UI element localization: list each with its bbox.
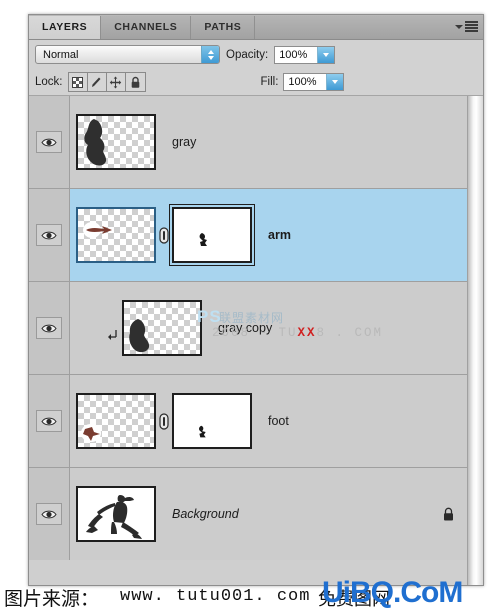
thumbnail-group (70, 96, 156, 188)
eye-icon[interactable] (36, 410, 62, 432)
source-url: www. tutu001. com (120, 587, 311, 606)
eye-icon[interactable] (36, 503, 62, 525)
layer-name[interactable]: Background (156, 507, 429, 521)
thumbnail-group (70, 468, 156, 560)
table-row[interactable]: gray copy (29, 282, 467, 375)
lock-image-pixels-icon[interactable] (88, 73, 107, 91)
lock-label: Lock: (35, 76, 63, 88)
eye-icon[interactable] (36, 317, 62, 339)
eye-icon[interactable] (36, 224, 62, 246)
lock-options-row: Lock: Fill: 100% (29, 69, 483, 96)
table-row[interactable]: arm (29, 189, 467, 282)
table-row[interactable]: foot (29, 375, 467, 468)
thumbnail-group (70, 282, 202, 374)
table-row[interactable]: gray (29, 96, 467, 189)
lock-position-icon[interactable] (107, 73, 126, 91)
layer-thumbnail[interactable] (76, 207, 156, 263)
layer-list: gray arm gray copy foot Background (29, 96, 467, 585)
visibility-cell[interactable] (29, 375, 70, 467)
chevron-down-icon (455, 24, 463, 29)
opacity-label: Opacity: (226, 48, 269, 61)
layer-mask-thumbnail[interactable] (172, 393, 252, 449)
layer-name[interactable]: foot (252, 414, 429, 428)
watermark-uibq: UiBQ.CoM (322, 576, 463, 609)
thumbnail-group (70, 375, 252, 467)
source-caption: 图片来源： www. tutu001. com 免费图网 UiBQ.CoM (0, 576, 500, 614)
hamburger-icon (465, 21, 478, 32)
clipping-mask-arrow-icon (104, 300, 122, 356)
tab-channels[interactable]: CHANNELS (101, 16, 192, 39)
layers-panel: LAYERS CHANNELS PATHS Normal Opacity: 10… (28, 14, 484, 586)
visibility-cell[interactable] (29, 468, 70, 560)
layer-list-scrollbar[interactable] (467, 96, 483, 585)
lock-button-group (67, 72, 146, 92)
fill-dropdown-icon[interactable] (326, 74, 344, 90)
opacity-field[interactable]: 100% (274, 45, 336, 64)
visibility-cell[interactable] (29, 96, 70, 188)
layer-thumbnail[interactable] (76, 393, 156, 449)
panel-tab-strip: LAYERS CHANNELS PATHS (29, 15, 483, 40)
link-icon[interactable] (156, 226, 172, 244)
layer-thumbnail[interactable] (76, 114, 156, 170)
blend-options-row: Normal Opacity: 100% (29, 40, 483, 69)
tab-layers[interactable]: LAYERS (29, 16, 102, 39)
tab-paths[interactable]: PATHS (191, 16, 256, 39)
layer-locked-icon (429, 507, 467, 522)
visibility-cell[interactable] (29, 189, 70, 281)
tab-strip-filler (255, 16, 483, 39)
layer-name[interactable]: gray (156, 135, 429, 149)
panel-menu-icon[interactable] (452, 19, 478, 34)
layer-mask-thumbnail[interactable] (169, 204, 255, 266)
layer-name[interactable]: arm (252, 228, 429, 242)
fill-label: Fill: (260, 76, 279, 88)
fill-field[interactable]: 100% (283, 73, 345, 91)
thumbnail-group (70, 189, 255, 281)
blend-mode-stepper-icon[interactable] (201, 46, 219, 63)
visibility-cell[interactable] (29, 282, 70, 374)
lock-all-icon[interactable] (126, 73, 145, 91)
eye-icon[interactable] (36, 131, 62, 153)
layer-thumbnail[interactable] (76, 486, 156, 542)
layer-name[interactable]: gray copy (202, 321, 429, 335)
layer-list-container: gray arm gray copy foot Background (29, 96, 483, 585)
opacity-value: 100% (279, 48, 308, 61)
blend-mode-select[interactable]: Normal (35, 45, 220, 64)
link-icon[interactable] (156, 412, 172, 430)
fill-value: 100% (288, 76, 317, 88)
blend-mode-value: Normal (43, 48, 79, 61)
table-row[interactable]: Background (29, 468, 467, 560)
layer-thumbnail[interactable] (122, 300, 202, 356)
lock-transparent-pixels-icon[interactable] (69, 73, 88, 91)
opacity-dropdown-icon[interactable] (317, 46, 335, 63)
source-label: 图片来源： (4, 588, 100, 610)
